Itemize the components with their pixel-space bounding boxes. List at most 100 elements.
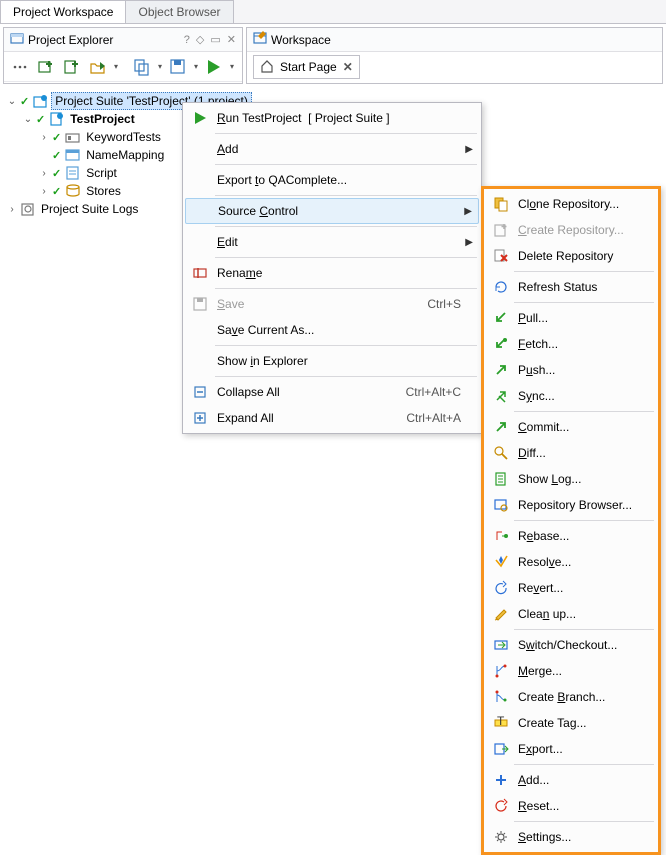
create-repo-icon [490,219,512,241]
play-icon [189,107,211,129]
tree-keywordtests[interactable]: KeywordTests [83,129,164,145]
status-ok-icon: ✓ [52,149,61,162]
menu-revert[interactable]: Revert... [486,575,656,601]
menu-save-as[interactable]: Save Current As... [185,317,479,343]
menu-show-log[interactable]: Show Log... [486,466,656,492]
menu-add[interactable]: Add▶ [185,136,479,162]
sync-icon [490,385,512,407]
menu-rebase[interactable]: Rebase... [486,523,656,549]
menu-expand-all[interactable]: Expand AllCtrl+Alt+A [185,405,479,431]
status-ok-icon: ✓ [36,113,45,126]
menu-create-repo: Create Repository... [486,217,656,243]
start-page-tab[interactable]: Start Page ✕ [253,55,360,79]
menu-switch[interactable]: Switch/Checkout... [486,632,656,658]
menu-export-qa[interactable]: Export to QAComplete... [185,167,479,193]
clone-icon[interactable] [130,55,154,79]
submenu-arrow-icon: ▶ [465,237,473,248]
explorer-icon [10,31,24,48]
explorer-toolbar: ▾ ▾ ▾ ▾ [4,52,242,82]
tree-script[interactable]: Script [83,165,120,181]
tree-twisty[interactable]: › [6,204,18,215]
tab-project-workspace[interactable]: Project Workspace [0,0,126,23]
menu-commit[interactable]: Commit... [486,414,656,440]
start-page-label: Start Page [280,60,337,74]
menu-separator [514,764,654,765]
menu-refresh-status[interactable]: Refresh Status [486,274,656,300]
tree-namemapping[interactable]: NameMapping [83,147,167,163]
menu-repo-browser[interactable]: Repository Browser... [486,492,656,518]
menu-separator [215,226,477,227]
stores-icon [65,183,81,199]
toolbar-dropdown-icon[interactable] [8,55,32,79]
menu-reset[interactable]: Reset... [486,793,656,819]
run-icon[interactable] [202,55,226,79]
tree-twisty[interactable]: ⌄ [22,114,34,125]
autohide-button[interactable]: ◇ [196,33,204,46]
tree-twisty[interactable]: › [38,186,50,197]
menu-separator [514,271,654,272]
menu-show-explorer[interactable]: Show in Explorer [185,348,479,374]
shortcut-label: Ctrl+Alt+C [406,385,461,399]
tree-project[interactable]: TestProject [67,111,137,127]
resolve-icon [490,551,512,573]
tree-stores[interactable]: Stores [83,183,124,199]
tree-logs[interactable]: Project Suite Logs [38,201,141,217]
menu-settings[interactable]: Settings... [486,824,656,850]
new-project-icon[interactable] [60,55,84,79]
save-icon[interactable] [166,55,190,79]
menu-resolve[interactable]: Resolve... [486,549,656,575]
collapse-icon [189,381,211,403]
menu-push[interactable]: Push... [486,357,656,383]
merge-icon [490,660,512,682]
revert-icon [490,577,512,599]
run-dropdown-icon[interactable]: ▾ [228,62,236,71]
menu-diff[interactable]: Diff... [486,440,656,466]
submenu-arrow-icon: ▶ [464,206,472,217]
menu-separator [215,195,477,196]
panel-row: Project Explorer ? ◇ ▭ ✕ ▾ ▾ ▾ ▾ Workspa… [0,24,666,84]
menu-separator [514,520,654,521]
menu-run[interactable]: Run TestProject [ Project Suite ] [185,105,479,131]
menu-clone-repo[interactable]: Clone Repository... [486,191,656,217]
menu-separator [215,345,477,346]
open-project-icon[interactable] [86,55,110,79]
rebase-icon [490,525,512,547]
menu-create-tag[interactable]: TCreate Tag... [486,710,656,736]
close-panel-button[interactable]: ✕ [227,33,236,46]
clone-dropdown-icon[interactable]: ▾ [156,62,164,71]
status-ok-icon: ✓ [52,167,61,180]
status-ok-icon: ✓ [20,95,29,108]
menu-source-control[interactable]: Source Control▶ [185,198,479,224]
menu-delete-repo[interactable]: Delete Repository [486,243,656,269]
menu-sync[interactable]: Sync... [486,383,656,409]
menu-pull[interactable]: Pull... [486,305,656,331]
tree-twisty[interactable]: › [38,132,50,143]
menu-separator [215,376,477,377]
menu-separator [215,164,477,165]
menu-edit[interactable]: Edit▶ [185,229,479,255]
new-project-suite-icon[interactable] [34,55,58,79]
log-icon [490,468,512,490]
menu-collapse-all[interactable]: Collapse AllCtrl+Alt+C [185,379,479,405]
tab-object-browser[interactable]: Object Browser [125,0,233,23]
tree-twisty[interactable]: ⌄ [6,96,18,107]
menu-export[interactable]: Export... [486,736,656,762]
menu-cleanup[interactable]: Clean up... [486,601,656,627]
close-tab-icon[interactable]: ✕ [343,60,353,74]
clone-repo-icon [490,193,512,215]
save-dropdown-icon[interactable]: ▾ [192,62,200,71]
menu-create-branch[interactable]: Create Branch... [486,684,656,710]
open-dropdown-icon[interactable]: ▾ [112,62,120,71]
menu-merge[interactable]: Merge... [486,658,656,684]
menu-add-files[interactable]: Add... [486,767,656,793]
tree-twisty[interactable]: › [38,168,50,179]
dock-button[interactable]: ▭ [210,33,220,46]
script-icon [65,165,81,181]
help-button[interactable]: ? [184,34,190,46]
expand-icon [189,407,211,429]
keywordtests-icon [65,129,81,145]
menu-rename[interactable]: Rename [185,260,479,286]
menu-fetch[interactable]: Fetch... [486,331,656,357]
reset-icon [490,795,512,817]
tag-icon: T [490,712,512,734]
